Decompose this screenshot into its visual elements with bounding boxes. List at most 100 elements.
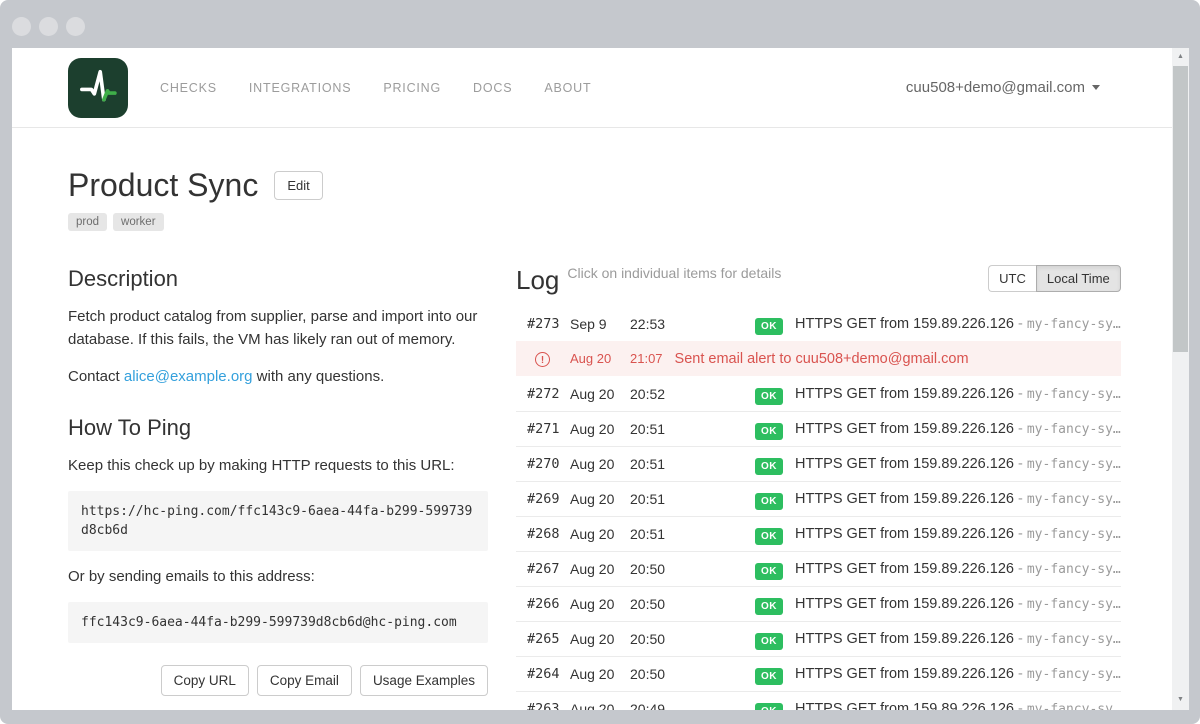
scrollbar-down-arrow[interactable]: ▼ — [1172, 691, 1189, 708]
main-content: Product Sync Edit prod worker Descriptio… — [12, 166, 1172, 710]
copy-email-button[interactable]: Copy Email — [257, 665, 352, 696]
message-separator: - — [1018, 561, 1027, 577]
log-row[interactable]: #268Aug 2020:51OKHTTPS GET from 159.89.2… — [516, 516, 1121, 551]
ok-badge-cell: OK — [755, 666, 795, 682]
log-entry-message: Sent email alert to cuu508+demo@gmail.co… — [675, 351, 1121, 367]
ping-email-code: ffc143c9-6aea-44fa-b299-599739d8cb6d@hc-… — [68, 602, 488, 643]
scrollbar-thumb[interactable] — [1173, 66, 1188, 352]
usage-examples-button[interactable]: Usage Examples — [360, 665, 488, 696]
log-entry-number: #265 — [527, 631, 570, 647]
heartbeat-icon — [76, 63, 120, 112]
contact-email-link[interactable]: alice@example.org — [124, 368, 253, 385]
log-entry-time: 20:51 — [630, 526, 755, 542]
ping-url-intro: Keep this check up by making HTTP reques… — [68, 454, 488, 477]
chevron-down-icon — [1092, 85, 1100, 90]
contact-line: Contact alice@example.org with any quest… — [68, 365, 488, 388]
message-separator: - — [1018, 596, 1027, 612]
ok-badge-cell: OK — [755, 491, 795, 507]
alert-circle-icon: ! — [535, 352, 550, 367]
remote-host-name: my-fancy-sy… — [1027, 387, 1121, 402]
log-entry-time: 20:51 — [630, 421, 755, 437]
healthchecks-logo[interactable] — [68, 58, 128, 118]
log-entry-number: #270 — [527, 456, 570, 472]
page-header: Product Sync Edit prod worker — [68, 166, 1115, 231]
ok-badge: OK — [755, 423, 783, 440]
log-row[interactable]: #269Aug 2020:51OKHTTPS GET from 159.89.2… — [516, 481, 1121, 516]
message-separator: - — [1018, 421, 1027, 437]
log-entry-date: Aug 20 — [570, 561, 630, 577]
log-entry-list: #273Sep 922:53OKHTTPS GET from 159.89.22… — [516, 306, 1121, 710]
ok-badge-cell: OK — [755, 386, 795, 402]
log-entry-message: HTTPS GET from 159.89.226.126 - my-fancy… — [795, 631, 1121, 647]
log-entry-message: HTTPS GET from 159.89.226.126 - my-fancy… — [795, 526, 1121, 542]
window-control-dot[interactable] — [39, 17, 58, 36]
ok-badge-cell: OK — [755, 421, 795, 437]
utc-toggle-button[interactable]: UTC — [988, 265, 1036, 292]
window-control-dot[interactable] — [12, 17, 31, 36]
nav-link-about[interactable]: ABOUT — [544, 81, 591, 95]
ok-badge-cell: OK — [755, 316, 795, 332]
ok-badge-cell: OK — [755, 631, 795, 647]
log-entry-date: Aug 20 — [570, 666, 630, 682]
remote-host-name: my-fancy-sy… — [1027, 667, 1121, 682]
log-row[interactable]: #265Aug 2020:50OKHTTPS GET from 159.89.2… — [516, 621, 1121, 656]
log-entry-number: #267 — [527, 561, 570, 577]
nav-link-integrations[interactable]: INTEGRATIONS — [249, 81, 351, 95]
log-entry-date: Aug 20 — [570, 631, 630, 647]
ping-email-intro: Or by sending emails to this address: — [68, 565, 488, 588]
remote-host-name: my-fancy-sy… — [1027, 317, 1121, 332]
remote-host-name: my-fancy-sy… — [1027, 492, 1121, 507]
ok-badge: OK — [755, 598, 783, 615]
log-row[interactable]: #264Aug 2020:50OKHTTPS GET from 159.89.2… — [516, 656, 1121, 691]
ok-badge: OK — [755, 318, 783, 335]
account-menu[interactable]: cuu508+demo@gmail.com — [906, 79, 1100, 96]
log-entry-message: HTTPS GET from 159.89.226.126 - my-fancy… — [795, 316, 1121, 332]
log-row[interactable]: #271Aug 2020:51OKHTTPS GET from 159.89.2… — [516, 411, 1121, 446]
log-entry-number: #266 — [527, 596, 570, 612]
page-scrollbar[interactable]: ▲ ▼ — [1172, 48, 1189, 710]
tag-prod[interactable]: prod — [68, 213, 107, 231]
how-to-ping-heading: How To Ping — [68, 414, 488, 441]
top-navbar: CHECKS INTEGRATIONS PRICING DOCS ABOUT c… — [12, 48, 1172, 128]
description-heading: Description — [68, 265, 488, 292]
log-entry-number: #273 — [527, 316, 570, 332]
log-row[interactable]: #272Aug 2020:52OKHTTPS GET from 159.89.2… — [516, 376, 1121, 411]
log-entry-time: 21:07 — [630, 351, 663, 366]
log-entry-time: 20:51 — [630, 456, 755, 472]
log-entry-date: Aug 20 — [570, 596, 630, 612]
log-row[interactable]: #270Aug 2020:51OKHTTPS GET from 159.89.2… — [516, 446, 1121, 481]
browser-window: CHECKS INTEGRATIONS PRICING DOCS ABOUT c… — [0, 0, 1200, 724]
log-entry-time: 22:53 — [630, 316, 755, 332]
log-entry-message: HTTPS GET from 159.89.226.126 - my-fancy… — [795, 596, 1121, 612]
window-control-dot[interactable] — [66, 17, 85, 36]
nav-link-checks[interactable]: CHECKS — [160, 81, 217, 95]
log-entry-time: 20:49 — [630, 701, 755, 710]
nav-link-pricing[interactable]: PRICING — [383, 81, 441, 95]
log-alert-row[interactable]: !Aug 2021:07Sent email alert to cuu508+d… — [516, 341, 1121, 376]
alert-icon-cell: ! — [527, 351, 570, 367]
tag-worker[interactable]: worker — [113, 213, 164, 231]
log-row[interactable]: #273Sep 922:53OK HTTPS GET from 159.89.22… — [516, 306, 1121, 341]
log-row[interactable]: #267Aug 2020:50OKHTTPS GET from 159.89.2… — [516, 551, 1121, 586]
log-entry-message: HTTPS GET from 159.89.226.126 - my-fancy… — [795, 491, 1121, 507]
remote-host-name: my-fancy-sy… — [1027, 422, 1121, 437]
log-entry-date: Sep 9 — [570, 316, 630, 332]
log-row[interactable]: #266Aug 2020:50OKHTTPS GET from 159.89.2… — [516, 586, 1121, 621]
copy-url-button[interactable]: Copy URL — [161, 665, 249, 696]
log-entry-date: Aug 20 — [570, 386, 630, 402]
log-row[interactable]: #263Aug 2020:49OKHTTPS GET from 159.89.2… — [516, 691, 1121, 710]
ok-badge: OK — [755, 703, 783, 710]
log-subtitle: Click on individual items for details — [567, 265, 781, 281]
log-entry-number: #271 — [527, 421, 570, 437]
log-entry-date: Aug 20 — [570, 701, 630, 710]
local-time-toggle-button[interactable]: Local Time — [1036, 265, 1121, 292]
log-column: Log Click on individual items for detail… — [516, 265, 1121, 710]
scrollbar-up-arrow[interactable]: ▲ — [1172, 48, 1189, 65]
nav-link-docs[interactable]: DOCS — [473, 81, 512, 95]
remote-host-name: my-fancy-sy… — [1027, 562, 1121, 577]
edit-button[interactable]: Edit — [274, 171, 322, 200]
message-separator: - — [1018, 526, 1027, 542]
timezone-toggle: UTC Local Time — [988, 265, 1121, 292]
ok-badge-cell: OK — [755, 701, 795, 710]
log-entry-date: Aug 20 — [570, 491, 630, 507]
